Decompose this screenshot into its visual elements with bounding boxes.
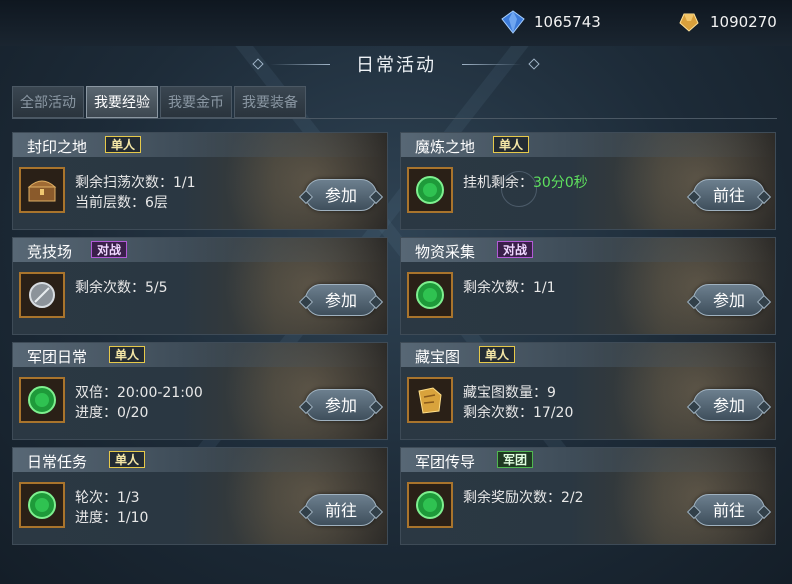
info-line: 剩余扫荡次数：1/1 — [75, 175, 196, 191]
info-line: 轮次：1/3 — [75, 490, 140, 506]
tab-experience[interactable]: 我要经验 — [86, 86, 158, 118]
card-info: 藏宝图数量：9 剩余次数：17/20 — [463, 383, 573, 423]
activity-card-legion-daily: 军团日常 单人 双倍：20:00-21:00 进度：0/20 参加 — [12, 342, 388, 440]
info-line: 双倍：20:00-21:00 — [75, 385, 203, 401]
activity-icon-box — [19, 272, 65, 318]
activity-card-arena: 竞技场 对战 剩余次数：5/5 参加 — [12, 237, 388, 335]
card-title: 军团传导 — [415, 453, 476, 471]
card-info: 剩余奖励次数：2/2 — [463, 488, 584, 508]
activity-card-legion-relay: 军团传导 军团 剩余奖励次数：2/2 前往 — [400, 447, 776, 545]
card-title: 军团日常 — [27, 348, 88, 366]
tab-all-activities[interactable]: 全部活动 — [12, 86, 84, 118]
card-info: 剩余次数：1/1 — [463, 278, 556, 298]
idle-timer-label: 挂机剩余： — [463, 175, 533, 191]
category-tabs: 全部活动 我要经验 我要金币 我要装备 — [12, 86, 306, 118]
card-title: 魔炼之地 — [415, 138, 476, 156]
activity-icon-box — [407, 482, 453, 528]
info-line: 剩余奖励次数：2/2 — [463, 490, 584, 506]
activity-icon-box — [407, 272, 453, 318]
card-title: 封印之地 — [27, 138, 88, 156]
tab-gold[interactable]: 我要金币 — [160, 86, 232, 118]
goto-button[interactable]: 前往 — [305, 494, 377, 526]
title-divider-right — [462, 63, 522, 65]
join-button[interactable]: 参加 — [693, 389, 765, 421]
card-info: 剩余扫荡次数：1/1 当前层数：6层 — [75, 173, 196, 213]
tab-divider — [12, 118, 777, 119]
activity-card-sealed-land: 封印之地 单人 剩余扫荡次数：1/1 当前层数：6层 参加 — [12, 132, 388, 230]
blue-diamond-icon — [501, 10, 525, 34]
info-line: 剩余次数：5/5 — [75, 280, 168, 296]
activity-icon-box — [19, 482, 65, 528]
treasure-map-icon — [418, 387, 442, 414]
card-info: 剩余次数：5/5 — [75, 278, 168, 298]
activity-icon-box — [19, 377, 65, 423]
green-token-icon — [28, 491, 56, 519]
pvp-badge: 对战 — [91, 241, 128, 258]
info-line: 剩余次数：1/1 — [463, 280, 556, 296]
solo-badge: 单人 — [109, 346, 146, 363]
gold-amount: 1090270 — [710, 13, 777, 31]
info-line: 进度：1/10 — [75, 510, 149, 526]
green-token-icon — [416, 491, 444, 519]
solo-badge: 单人 — [105, 136, 142, 153]
info-line: 藏宝图数量：9 — [463, 385, 556, 401]
join-button[interactable]: 参加 — [693, 284, 765, 316]
solo-badge: 单人 — [493, 136, 530, 153]
card-title: 竞技场 — [27, 243, 73, 261]
diamond-currency: 1065743 — [500, 8, 601, 36]
activity-icon-box — [19, 167, 65, 213]
card-title: 物资采集 — [415, 243, 476, 261]
card-info: 轮次：1/3 进度：1/10 — [75, 488, 148, 528]
solo-badge: 单人 — [479, 346, 516, 363]
join-button[interactable]: 参加 — [305, 284, 377, 316]
join-button[interactable]: 参加 — [305, 389, 377, 421]
treasure-chest-icon — [27, 180, 57, 202]
join-button[interactable]: 参加 — [305, 179, 377, 211]
goto-button[interactable]: 前往 — [693, 494, 765, 526]
green-token-icon — [28, 386, 56, 414]
tab-equipment[interactable]: 我要装备 — [234, 86, 306, 118]
idle-timer-line: 挂机剩余：30分0秒 — [463, 173, 588, 193]
legion-badge: 军团 — [497, 451, 534, 468]
goto-button[interactable]: 前往 — [693, 179, 765, 211]
activity-card-resource-gathering: 物资采集 对战 剩余次数：1/1 参加 — [400, 237, 776, 335]
idle-timer-value: 30分0秒 — [533, 175, 588, 191]
card-title: 日常任务 — [27, 453, 88, 471]
info-line: 剩余次数：17/20 — [463, 405, 574, 421]
page-title-row: 日常活动 — [0, 46, 792, 82]
card-title: 藏宝图 — [415, 348, 461, 366]
activity-icon-box — [407, 167, 453, 213]
gold-ingot-icon — [679, 13, 699, 32]
title-divider-left — [270, 63, 330, 65]
activity-icon-box — [407, 377, 453, 423]
activity-card-daily-quest: 日常任务 单人 轮次：1/3 进度：1/10 前往 — [12, 447, 388, 545]
info-line: 当前层数：6层 — [75, 195, 168, 211]
title-ornament-left — [252, 58, 264, 70]
diamond-amount: 1065743 — [534, 13, 601, 31]
gold-currency: 1090270 — [676, 8, 777, 36]
activity-card-treasure-map: 藏宝图 单人 藏宝图数量：9 剩余次数：17/20 参加 — [400, 342, 776, 440]
silver-shield-icon — [29, 282, 55, 308]
solo-badge: 单人 — [109, 451, 146, 468]
pvp-badge: 对战 — [497, 241, 534, 258]
top-bar: 1065743 1090270 — [0, 0, 792, 46]
activity-card-demon-trial: 魔炼之地 单人 挂机剩余：30分0秒 前往 — [400, 132, 776, 230]
card-info: 双倍：20:00-21:00 进度：0/20 — [75, 383, 203, 423]
title-ornament-right — [528, 58, 540, 70]
info-line: 进度：0/20 — [75, 405, 149, 421]
card-info: 挂机剩余：30分0秒 — [463, 173, 588, 193]
green-token-icon — [416, 281, 444, 309]
page-title: 日常活动 — [356, 55, 436, 76]
green-token-icon — [416, 176, 444, 204]
